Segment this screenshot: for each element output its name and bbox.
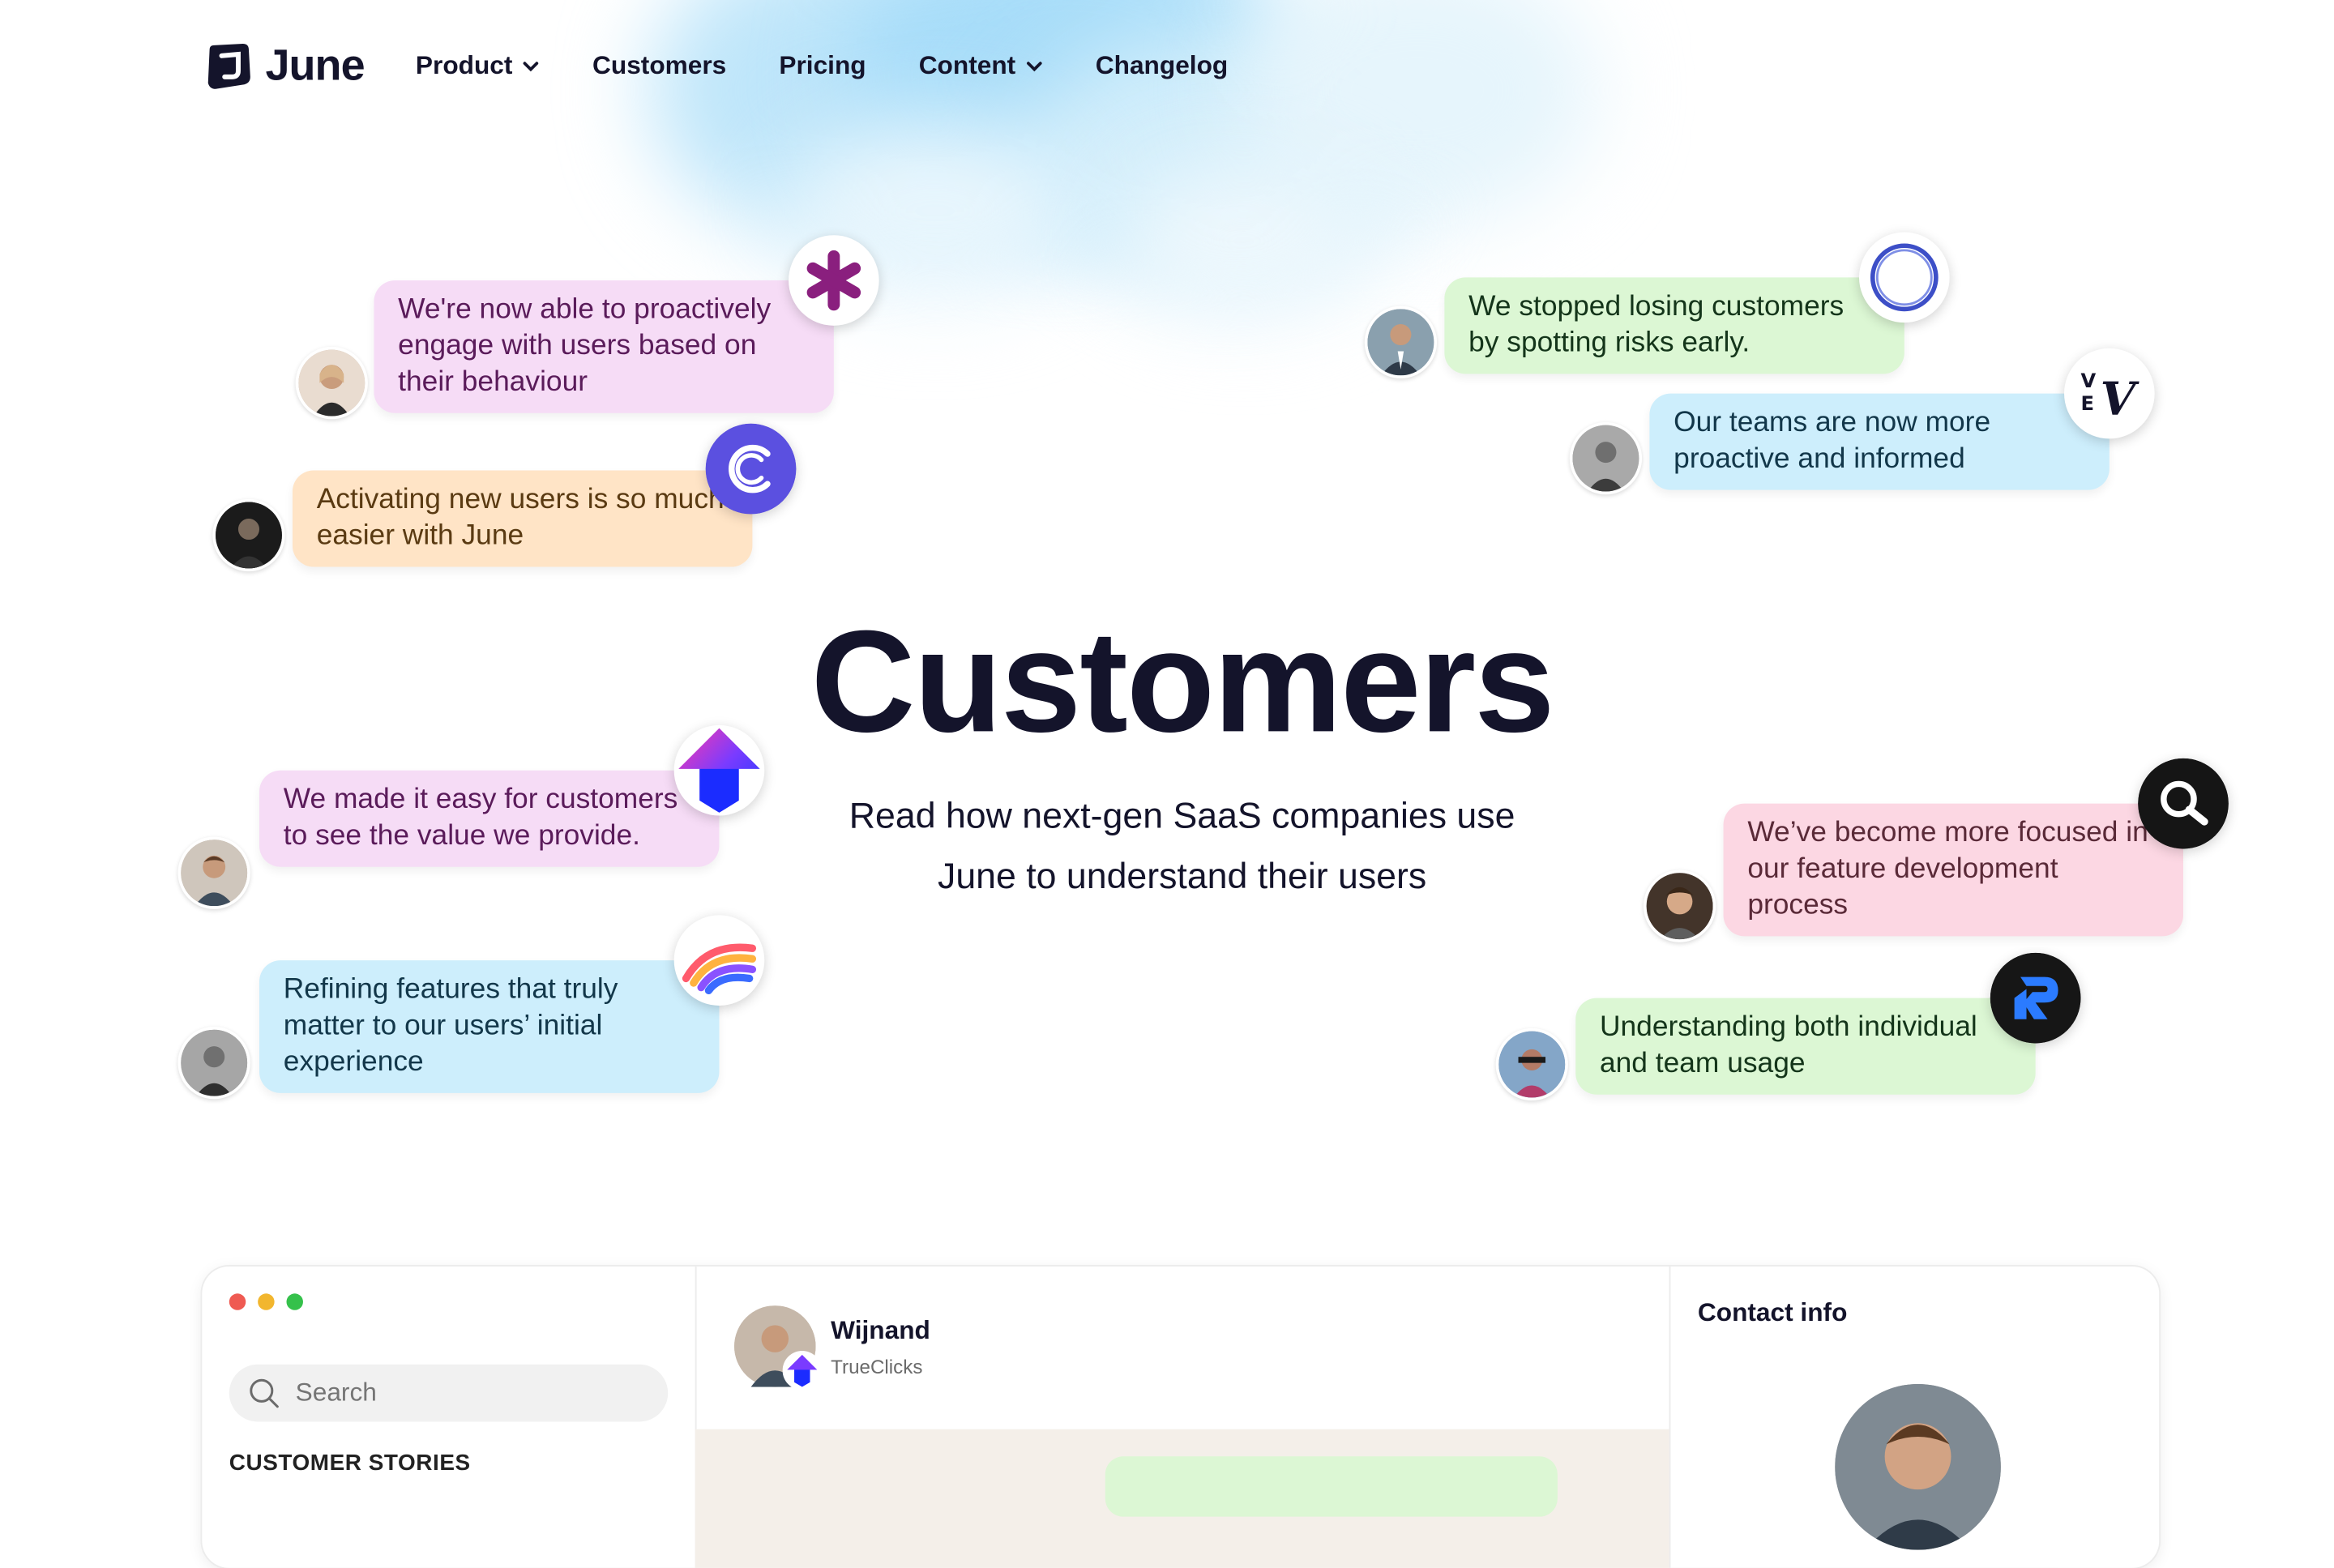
testimonial-bubble: We're now able to proactively engage wit… bbox=[374, 280, 834, 413]
nav-content-label: Content bbox=[918, 51, 1016, 80]
minimize-dot bbox=[258, 1293, 275, 1310]
nav-customers[interactable]: Customers bbox=[592, 51, 726, 81]
nav-changelog[interactable]: Changelog bbox=[1096, 51, 1228, 81]
brand-name: June bbox=[265, 41, 365, 90]
chat-contact-name: Wijnand bbox=[831, 1315, 930, 1344]
page: June Product Customers Pricing Content C… bbox=[0, 0, 2334, 1568]
page-subtitle: Read how next-gen SaaS companies use Jun… bbox=[849, 796, 1515, 897]
chat-contact-company: TrueClicks bbox=[831, 1354, 923, 1378]
arrow-logo-icon bbox=[782, 1351, 822, 1391]
chat-header: Wijnand TrueClicks bbox=[734, 1305, 930, 1391]
svg-text:E: E bbox=[2080, 392, 2094, 415]
maximize-dot bbox=[286, 1293, 303, 1310]
nav-pricing[interactable]: Pricing bbox=[779, 51, 866, 81]
testimonial-bubble: We’ve become more focused in our feature… bbox=[1723, 803, 2184, 937]
chevron-down-icon bbox=[523, 62, 539, 72]
nav-pricing-label: Pricing bbox=[779, 51, 866, 80]
top-navigation: June Product Customers Pricing Content C… bbox=[202, 36, 1280, 96]
vev-logo-icon: V E V bbox=[2064, 348, 2155, 439]
testimonial-bubble: Understanding both individual and team u… bbox=[1575, 998, 2036, 1095]
ring-logo-icon bbox=[1858, 232, 1950, 323]
june-logo[interactable]: June bbox=[202, 41, 365, 92]
rainbow-logo-icon bbox=[673, 915, 765, 1006]
svg-text:V: V bbox=[2101, 374, 2140, 426]
nav-product-label: Product bbox=[415, 51, 513, 80]
c-logo-icon bbox=[705, 423, 797, 515]
nav-product[interactable]: Product bbox=[416, 51, 540, 81]
window-controls bbox=[229, 1293, 303, 1310]
chevron-down-icon bbox=[1026, 62, 1041, 72]
june-logo-icon bbox=[207, 43, 250, 89]
contact-panel: Contact info bbox=[1669, 1267, 2160, 1568]
avatar bbox=[295, 346, 368, 420]
avatar bbox=[1495, 1028, 1568, 1101]
nav-changelog-label: Changelog bbox=[1095, 51, 1229, 80]
avatar bbox=[1643, 869, 1716, 942]
search-bar[interactable] bbox=[229, 1364, 669, 1422]
avatar bbox=[177, 836, 250, 909]
avatar bbox=[1569, 421, 1643, 495]
avatar bbox=[734, 1305, 822, 1391]
testimonial-bubble: We made it easy for customers to see the… bbox=[259, 770, 720, 867]
testimonial-bubble: Activating new users is so much easier w… bbox=[292, 470, 753, 567]
testimonial-bubble: Our teams are now more proactive and inf… bbox=[1649, 393, 2110, 490]
nav-customers-label: Customers bbox=[592, 51, 727, 80]
magnifier-logo-icon bbox=[2138, 758, 2229, 849]
page-title: Customers bbox=[810, 601, 1555, 763]
nav-content[interactable]: Content bbox=[919, 51, 1043, 81]
search-icon bbox=[250, 1378, 279, 1408]
asterisk-logo-icon bbox=[789, 235, 879, 326]
avatar bbox=[177, 1027, 250, 1100]
testimonial-bubble: We stopped losing customers by spotting … bbox=[1444, 277, 1904, 374]
svg-text:V: V bbox=[2080, 370, 2096, 392]
app-preview-window: CUSTOMER STORIES Wijnand TrueClicks bbox=[202, 1266, 2160, 1568]
contact-photo bbox=[1835, 1383, 2001, 1550]
arrow-logo-icon bbox=[673, 724, 765, 816]
testimonial-bubble: Refining features that truly matter to o… bbox=[259, 960, 720, 1093]
chat-panel: Wijnand TrueClicks bbox=[695, 1266, 1671, 1568]
search-input[interactable] bbox=[292, 1376, 631, 1410]
customer-stories-heading: CUSTOMER STORIES bbox=[229, 1450, 471, 1476]
contact-info-title: Contact info bbox=[1697, 1297, 1848, 1327]
avatar bbox=[1364, 305, 1438, 378]
app-sidebar: CUSTOMER STORIES bbox=[202, 1266, 697, 1568]
chat-message-bubble bbox=[1105, 1456, 1558, 1517]
close-dot bbox=[229, 1293, 246, 1310]
avatar bbox=[212, 498, 285, 572]
r-logo-icon bbox=[1990, 952, 2081, 1044]
